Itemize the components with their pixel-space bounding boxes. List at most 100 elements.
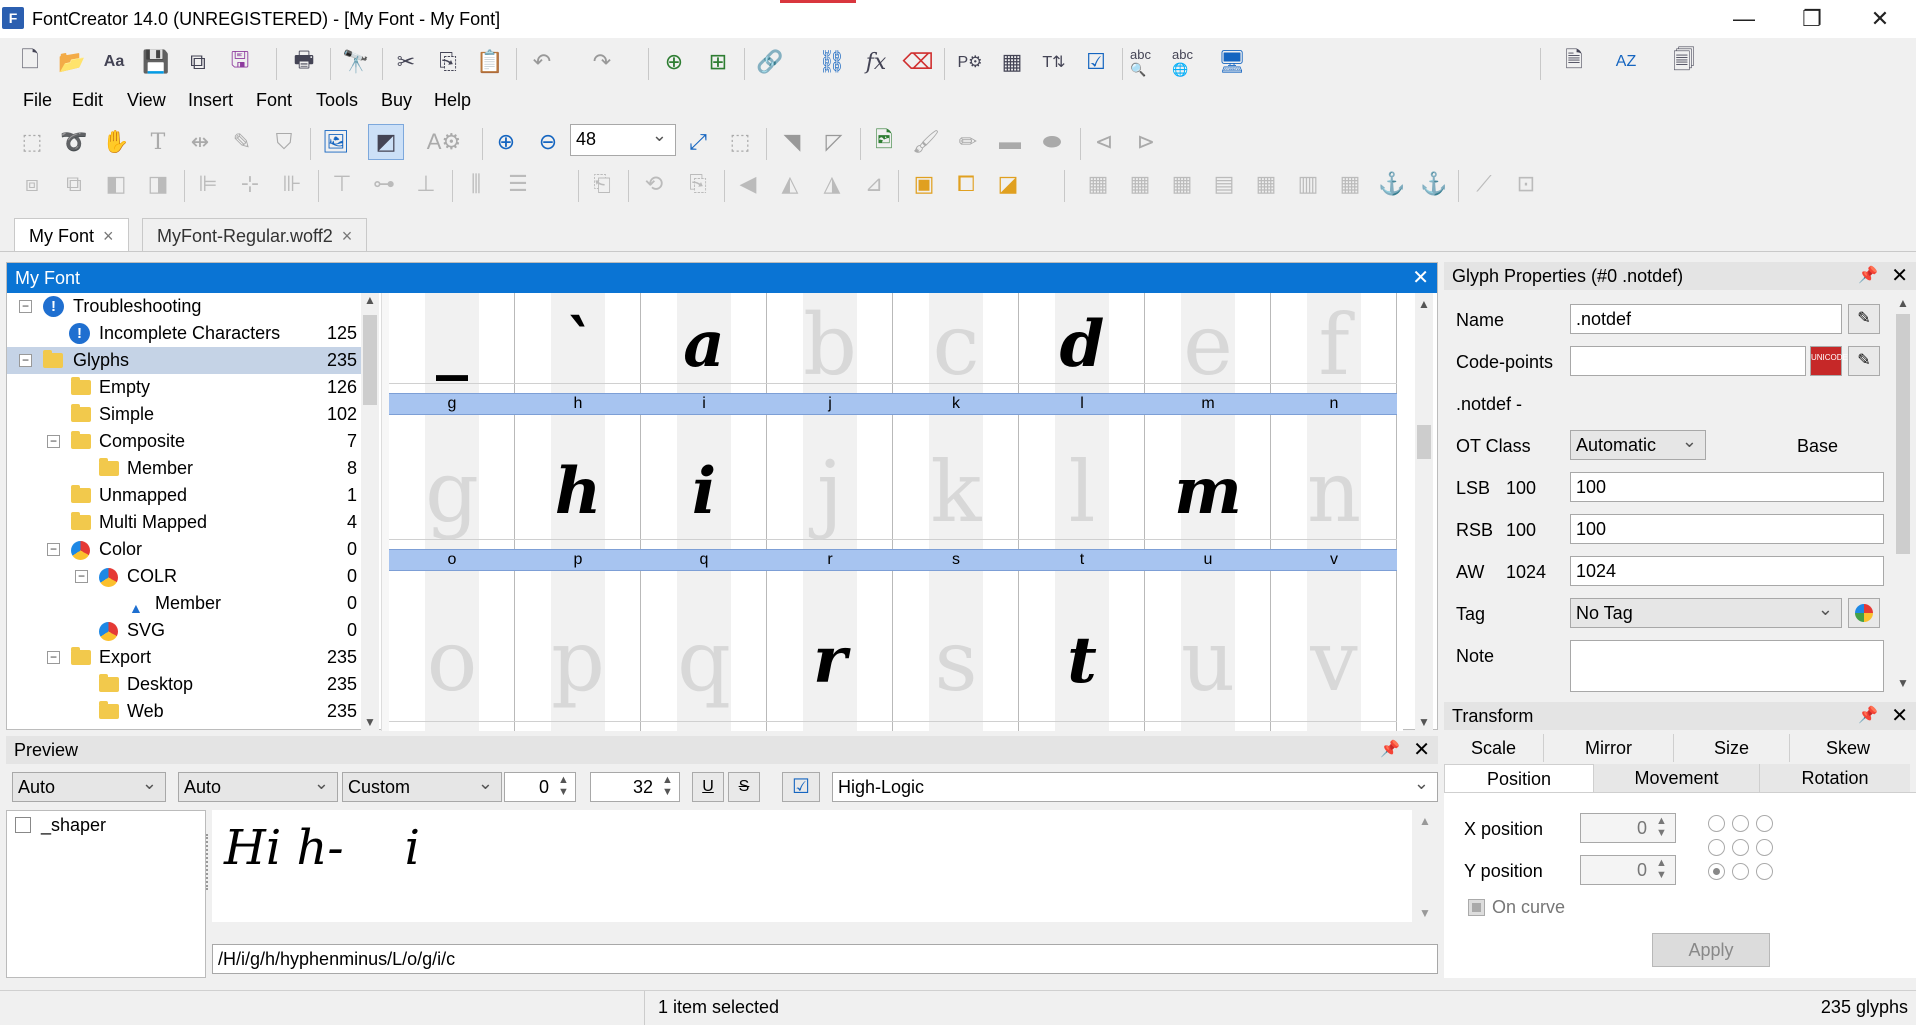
anchor-radio[interactable] [1756,839,1773,856]
copy-icon[interactable]: ⎘ [430,44,466,80]
menu-edit[interactable]: Edit [72,90,103,111]
eraser-icon[interactable]: ⌫ [900,44,936,80]
glyph-cell[interactable]: a [641,305,767,385]
ungroup-icon[interactable]: ⧉ [56,166,92,202]
tree-item-glyphs[interactable]: − Glyphs 235 [7,347,361,374]
glyph-cell-label[interactable]: i [641,393,767,415]
features-select[interactable]: Custom [342,769,502,802]
restore-button[interactable]: ❐ [1778,0,1846,38]
kerning-toggle-icon[interactable]: ☑ [782,772,820,802]
table-grid-icon[interactable]: ▦ [1164,166,1200,202]
tree-item-colr-member[interactable]: ▲ Member 0 [7,590,361,617]
pen-icon[interactable]: ✎ [224,124,260,160]
page-settings-icon[interactable]: 🗐 [1666,44,1702,80]
tree-item-composite[interactable]: − Composite 7 [7,428,361,455]
grid-style-icon[interactable]: ◩ [368,124,404,160]
strikethrough-button[interactable]: S [728,772,760,802]
intersect-icon[interactable]: ⧠ [948,166,984,202]
link-icon[interactable]: 🔗 [752,44,788,80]
glyph-cell[interactable]: h [515,435,641,549]
glyph-cell[interactable]: v [1271,591,1397,731]
anchor-icon[interactable]: ⚓ [1374,166,1410,202]
edit-codepoints-icon[interactable]: ✎ [1848,346,1880,376]
flip-icon[interactable]: ⎘ [680,166,716,202]
tag-color-icon[interactable] [1848,598,1880,628]
font-style-icon[interactable]: A⚙ [426,124,462,160]
fit-icon[interactable]: ⤢ [680,124,716,160]
glyph-cell-label[interactable]: q [641,549,767,571]
tab-skew[interactable]: Skew [1790,734,1906,762]
save-icon[interactable]: 💾 [138,44,174,80]
tab-position[interactable]: Position [1444,764,1594,792]
tab-close-icon[interactable]: × [342,226,353,246]
anchor-radio-selected[interactable] [1708,863,1725,880]
font-panel-close-icon[interactable]: ✕ [1412,263,1429,293]
align-center-icon[interactable]: ⊹ [232,166,268,202]
paste-icon[interactable]: 📋 [472,44,508,80]
tree-item-color[interactable]: − Color 0 [7,536,361,563]
anchor-radio[interactable] [1756,863,1773,880]
glyph-cell[interactable]: s [893,591,1019,731]
mirror-icon[interactable]: ◭ [772,166,808,202]
tab-close-icon[interactable]: × [103,226,114,246]
note-field[interactable] [1570,640,1884,692]
zoom-in-icon[interactable]: ⊕ [488,124,524,160]
select-rect-icon[interactable]: ⬚ [14,124,50,160]
rotate-icon[interactable]: ⟲ [636,166,672,202]
previous-icon[interactable]: ⊲ [1086,124,1122,160]
exclude-icon[interactable]: ◪ [990,166,1026,202]
tree-item-simple[interactable]: Simple 102 [7,401,361,428]
otclass-select[interactable]: Automatic [1570,427,1706,460]
anchor-radio[interactable] [1732,863,1749,880]
minimize-button[interactable]: — [1710,0,1778,38]
tab-my-font[interactable]: My Font × [14,218,129,252]
spellcheck-icon[interactable]: abc🔍 [1130,44,1166,80]
glyph-cell[interactable]: g [389,435,515,549]
tree-item-svg[interactable]: SVG 0 [7,617,361,644]
add-character-icon[interactable]: ⊕ [656,44,692,80]
tab-woff2[interactable]: MyFont-Regular.woff2 × [142,218,368,252]
unlink-icon[interactable]: ⛓ [814,44,850,80]
glyph-cell[interactable]: f [1271,303,1397,387]
group-icon[interactable]: ⧈ [14,166,50,202]
bring-front-icon[interactable]: ◧ [98,166,134,202]
tree-item-colr[interactable]: − COLR 0 [7,563,361,590]
menu-insert[interactable]: Insert [188,90,233,111]
glyph-sequence-field[interactable]: /H/i/g/h/hyphenminus/L/o/g/i/c [212,944,1438,974]
test-icon[interactable]: 🖥 [1214,44,1250,80]
anchor-radio[interactable] [1708,815,1725,832]
find-icon[interactable]: 🔭 [338,44,374,80]
glyph-cell[interactable]: i [641,435,767,549]
undo-icon[interactable]: ↶ [524,44,560,80]
x-spinner-icon[interactable]: ▲ ▼ [1656,815,1667,839]
tag-select[interactable]: No Tag [1570,595,1842,628]
frame-icon[interactable]: ⊡ [1508,166,1544,202]
sample-text-select[interactable]: High-Logic [832,769,1438,802]
table-locked-icon[interactable]: ▦ [1332,166,1368,202]
panel-close-icon[interactable]: ✕ [1413,736,1430,764]
script-select[interactable]: Auto [12,769,166,802]
spacing-spinner-icon[interactable]: ▲ ▼ [558,774,569,798]
tree-scrollbar[interactable]: ▲ ▼ [361,293,379,731]
tab-mirror[interactable]: Mirror [1544,734,1674,762]
glyph-cell[interactable]: m [1145,435,1271,549]
text-tool-icon[interactable]: T⇅ [1036,44,1072,80]
glyph-cell[interactable]: j [767,435,893,549]
function-icon[interactable]: fx [858,44,894,80]
corner-icon[interactable]: ◥ [774,124,810,160]
glyph-cell[interactable]: k [893,435,1019,549]
tree-item-incomplete[interactable]: ! Incomplete Characters 125 [7,320,361,347]
rectangle-icon[interactable]: ▬ [992,124,1028,160]
corner-alt-icon[interactable]: ◸ [816,124,852,160]
tree-item-multi-mapped[interactable]: Multi Mapped 4 [7,509,361,536]
glyph-cell[interactable]: c [893,303,1019,387]
tab-size[interactable]: Size [1674,734,1790,762]
brush-icon[interactable]: 🖌 [908,124,944,160]
menu-help[interactable]: Help [434,90,471,111]
lasso-icon[interactable]: ➰ [56,124,92,160]
distribute-v-icon[interactable]: ☰ [500,166,536,202]
glyph-cell-label[interactable]: s [893,549,1019,571]
glyph-cell[interactable]: p [515,591,641,731]
spellcheck-web-icon[interactable]: abc🌐 [1172,44,1208,80]
zoom-combo[interactable]: 48 [570,121,676,156]
